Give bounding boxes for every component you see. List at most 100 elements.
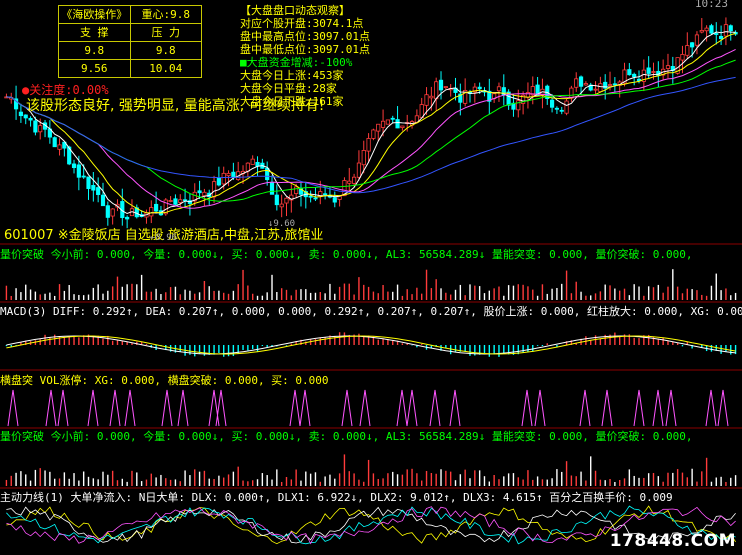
candle-body xyxy=(178,199,183,203)
candle-body xyxy=(168,200,173,202)
candle-body xyxy=(149,207,154,217)
candle-body xyxy=(593,88,598,91)
support-value-2: 9.56 xyxy=(59,60,131,77)
breakout-spike xyxy=(341,389,353,427)
candle-body xyxy=(424,94,429,106)
candle-body xyxy=(443,86,448,89)
candle-body xyxy=(559,109,564,112)
candle-body xyxy=(361,150,366,166)
candle-body xyxy=(52,137,57,148)
candle-body xyxy=(226,172,231,177)
candle-body xyxy=(91,185,96,191)
market-line-open: 对应个股开盘:3074.1点 xyxy=(240,17,364,30)
candle-body xyxy=(86,176,91,189)
breakout-spike xyxy=(652,389,664,427)
candle-body xyxy=(434,81,439,100)
candle-body xyxy=(38,125,43,133)
candle-body xyxy=(356,162,362,178)
resistance-value-2: 10.04 xyxy=(149,62,183,75)
candle-body xyxy=(612,83,617,86)
breakout-spike xyxy=(449,389,461,427)
flat-panel-title: 横盘突 VOL涨停: XG: 0.000, 横盘突破: 0.000, 买: 0.… xyxy=(0,374,329,387)
breakout-spike xyxy=(396,389,408,427)
breakout-spike xyxy=(57,389,69,427)
vol-panel-1-title: 量价突破 今小前: 0.000, 今量: 0.000↓, 买: 0.000↓, … xyxy=(0,248,693,261)
candle-body xyxy=(549,99,555,108)
candle-body xyxy=(400,125,405,129)
candle-body xyxy=(313,197,318,200)
candle-body xyxy=(496,86,502,92)
breakout-spike xyxy=(161,389,173,427)
watermark: 178448.COM xyxy=(609,531,736,551)
candle-body xyxy=(173,198,178,205)
candle-body xyxy=(33,120,38,133)
candle-body xyxy=(125,216,130,220)
breakout-spike xyxy=(299,389,311,427)
breakout-spike xyxy=(109,389,121,427)
candle-body xyxy=(395,119,400,129)
candle-body xyxy=(380,120,386,128)
candle-body xyxy=(574,78,579,88)
flow-panel-title: 主动力线(1) 大单净流入: N日大单: DLX: 0.000↑, DLX1: … xyxy=(0,491,673,504)
breakout-spike xyxy=(45,389,57,427)
candle-body xyxy=(57,144,62,150)
attention-label: ●关注度:0.00% xyxy=(22,83,109,97)
market-line-flat: 大盘今日平盘:28家 xyxy=(240,82,337,95)
breakout-spike xyxy=(633,389,645,427)
candle-body xyxy=(554,107,560,110)
macd-line xyxy=(6,335,736,355)
candle-body xyxy=(202,191,207,197)
candle-body xyxy=(699,30,704,33)
market-panel-title: 【大盘盘口动态观察】 xyxy=(240,4,350,17)
candle-body xyxy=(632,73,637,78)
candle-body xyxy=(704,27,709,32)
candle-body xyxy=(216,177,221,186)
candle-body xyxy=(332,197,337,203)
candle-body xyxy=(680,54,685,61)
stock-chart xyxy=(0,17,742,545)
candle-body xyxy=(250,158,255,165)
candle-body xyxy=(583,83,588,86)
candle-body xyxy=(665,65,671,69)
candle-body xyxy=(646,67,651,74)
resistance-header: 压 力 xyxy=(151,26,181,39)
candle-body xyxy=(294,186,299,194)
candle-body xyxy=(694,34,700,46)
candle-body xyxy=(308,195,313,198)
comment-text: 该股形态良好, 强势明显, 量能高涨, 可继续持有! xyxy=(26,98,325,114)
candle-body xyxy=(96,187,101,195)
candle-body xyxy=(366,138,371,152)
candle-body xyxy=(100,194,106,207)
candle-body xyxy=(211,181,217,198)
candle-body xyxy=(709,25,714,34)
market-line-low: 盘中最低点位:3097.01点 xyxy=(240,43,370,56)
candle-body xyxy=(371,129,376,139)
candle-body xyxy=(81,175,86,178)
candle-body xyxy=(269,182,275,195)
support-value-1: 9.8 xyxy=(59,42,131,59)
breakout-spike xyxy=(215,389,227,427)
candle-body xyxy=(197,190,202,194)
breakout-spike xyxy=(359,389,371,427)
vol-panel-2-title: 量价突破 今小前: 0.000, 今量: 0.000↓, 买: 0.000↓, … xyxy=(0,430,693,443)
candle-body xyxy=(376,123,381,132)
candle-body xyxy=(728,25,733,32)
candle-body xyxy=(569,87,574,99)
candle-body xyxy=(419,104,424,119)
candle-body xyxy=(76,164,81,178)
breakout-spike xyxy=(289,389,301,427)
time-label: 10:23 xyxy=(694,0,728,10)
market-panel: 【大盘盘口动态观察】 对应个股开盘:3074.1点 盘中最高点位:3097.01… xyxy=(240,4,370,108)
market-line-up: 大盘今日上涨:453家 xyxy=(240,69,344,82)
support-header: 支 撑 xyxy=(59,24,131,41)
resistance-value-1: 9.8 xyxy=(155,44,176,57)
macd-panel-title: MACD(3) DIFF: 0.292↑, DEA: 0.207↑, 0.000… xyxy=(0,305,742,318)
candle-body xyxy=(385,119,390,125)
candle-body xyxy=(28,117,33,121)
candle-body xyxy=(607,84,613,86)
candle-body xyxy=(390,117,395,120)
price-mark-high: ↓9.60 xyxy=(268,219,296,229)
candle-body xyxy=(23,114,28,119)
candle-body xyxy=(284,197,289,204)
candle-body xyxy=(279,203,284,208)
